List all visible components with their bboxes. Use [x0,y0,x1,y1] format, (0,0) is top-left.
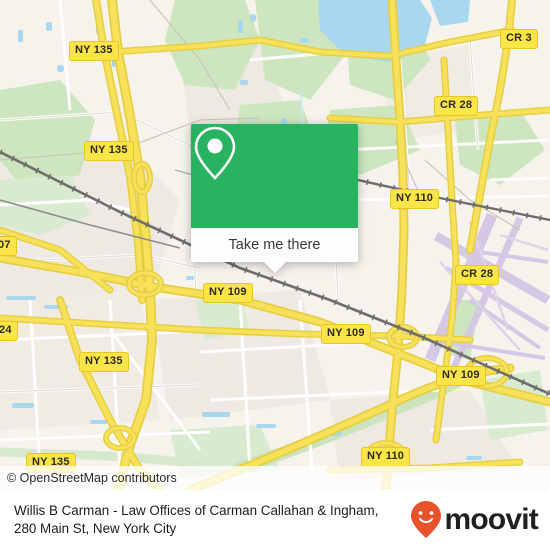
place-title: Willis B Carman - Law Offices of Carman … [14,503,379,536]
road-shield-ny-109-a[interactable]: NY 109 [203,283,253,303]
road-shield-cr-3[interactable]: CR 3 [500,29,538,49]
road-shield-ny-109-c[interactable]: NY 109 [436,366,486,386]
map-pin-icon [194,126,236,180]
moovit-logo[interactable]: moovit [410,500,539,540]
road-shield-ny-110-a[interactable]: NY 110 [390,189,440,209]
road-shield-ny-135-c[interactable]: NY 135 [79,352,129,372]
take-me-there-label: Take me there [228,237,321,253]
road-shield-ny-135-b[interactable]: NY 135 [84,141,134,161]
location-popup-card[interactable]: Take me there [191,124,358,273]
road-shield-ny-110-b[interactable]: NY 110 [361,447,411,467]
popup-action-row[interactable]: Take me there [191,228,358,273]
road-shield-cr-28-a[interactable]: CR 28 [434,96,479,116]
moovit-smiley-pin-icon [411,501,442,538]
footer-bar: Willis B Carman - Law Offices of Carman … [0,490,550,550]
road-shield-cr-28-b[interactable]: CR 28 [455,265,500,285]
road-shield-ny-107-clipped[interactable]: 07 [0,236,17,256]
road-shield-ny-109-b[interactable]: NY 109 [321,324,371,344]
map-canvas[interactable]: NY 135 CR 3 CR 28 NY 135 NY 110 07 CR 28… [0,0,550,490]
map-attribution[interactable]: © OpenStreetMap contributors [0,466,550,490]
popup-pointer-tail [263,262,286,273]
attribution-text: © OpenStreetMap contributors [7,471,177,485]
popup-header [191,124,358,228]
road-shield-ny-135-a[interactable]: NY 135 [69,41,119,61]
moovit-wordmark: moovit [444,503,538,536]
map-screenshot: NY 135 CR 3 CR 28 NY 135 NY 110 07 CR 28… [0,0,550,550]
road-shield-ny-24-clipped[interactable]: 24 [0,321,18,341]
